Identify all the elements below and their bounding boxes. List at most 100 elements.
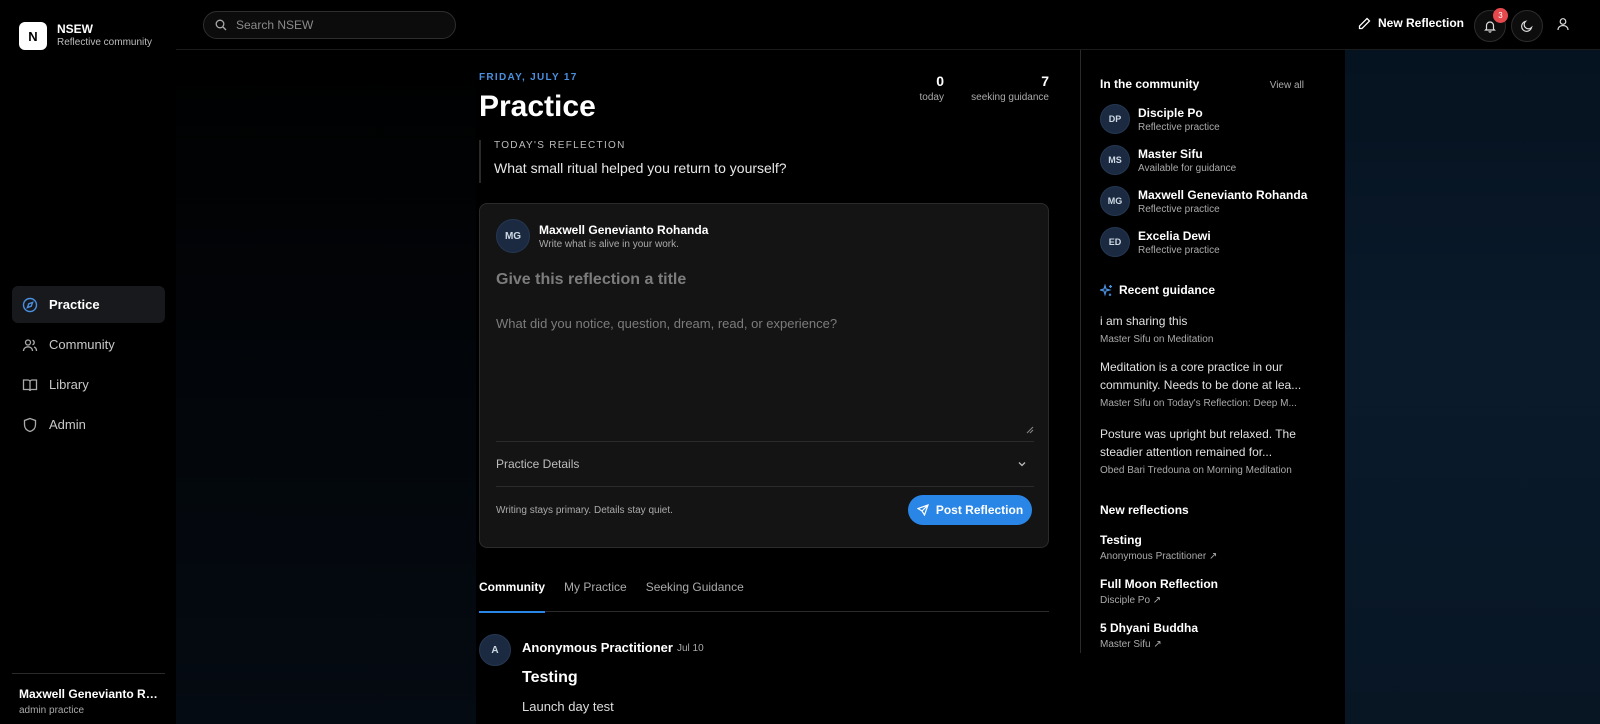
chevron-down-icon (1018, 462, 1026, 467)
post-text: Launch day test (522, 699, 614, 714)
reflection-body-textarea[interactable] (496, 316, 1034, 434)
composer-header: MG Maxwell Genevianto Rohanda Write what… (496, 219, 708, 253)
guidance-item[interactable]: Posture was upright but relaxed. The ste… (1100, 425, 1304, 476)
topbar: New Reflection 3 (176, 0, 1600, 50)
practice-details-label: Practice Details (496, 457, 580, 471)
tab-my-practice[interactable]: My Practice (564, 574, 627, 612)
avatar: MS (1100, 145, 1130, 175)
sidebar-user-name: Maxwell Genevianto Ro... (19, 687, 158, 701)
new-reflections-title: New reflections (1100, 503, 1189, 517)
notification-badge: 3 (1493, 8, 1508, 23)
sidebar-item-label: Practice (49, 297, 100, 312)
guidance-text: Meditation is a core practice in our com… (1100, 360, 1302, 392)
brand-subtitle: Reflective community (57, 37, 153, 48)
community-member[interactable]: DP Disciple Po Reflective practice (1100, 104, 1220, 134)
feed-tabs: Community My Practice Seeking Guidance (479, 574, 1049, 613)
new-reflection-item[interactable]: Testing Anonymous Practitioner ↗ (1100, 533, 1217, 562)
new-reflection-title: Testing (1100, 533, 1142, 547)
sidebar-item-practice[interactable]: Practice (12, 286, 165, 323)
reflection-question: What small ritual helped you return to y… (494, 160, 787, 176)
guidance-item[interactable]: Meditation is a core practice in our com… (1100, 358, 1304, 409)
composer-author: Maxwell Genevianto Rohanda (539, 222, 709, 237)
tab-community[interactable]: Community (479, 574, 545, 613)
notifications-button[interactable]: 3 (1474, 8, 1508, 42)
post-date: Jul 10 (677, 643, 704, 654)
background-left (176, 50, 476, 724)
guidance-meta: Master Sifu on Meditation (1100, 334, 1214, 345)
todays-reflection: TODAY'S REFLECTION What small ritual hel… (479, 140, 787, 183)
view-all-link[interactable]: View all (1270, 80, 1304, 91)
shield-icon (23, 417, 37, 432)
theme-toggle-button[interactable] (1511, 10, 1543, 42)
sidebar-nav: Practice Community Library Admin (12, 286, 165, 446)
stat-label: today (919, 92, 944, 103)
profile-button[interactable] (1556, 17, 1570, 36)
member-role: Available for guidance (1138, 162, 1237, 174)
stat-label: seeking guidance (971, 92, 1049, 103)
new-reflection-item[interactable]: Full Moon Reflection Disciple Po ↗ (1100, 577, 1218, 606)
brand-name: NSEW (57, 22, 93, 36)
post-author[interactable]: Anonymous Practitioner (522, 640, 673, 655)
users-icon (22, 338, 38, 351)
practice-details-toggle[interactable]: Practice Details (496, 441, 1034, 487)
community-member[interactable]: MG Maxwell Genevianto Rohanda Reflective… (1100, 186, 1307, 216)
new-reflections-header: New reflections (1100, 503, 1189, 517)
user-icon (1557, 18, 1569, 31)
sidebar-item-community[interactable]: Community (12, 326, 165, 363)
guidance-text: i am sharing this (1100, 314, 1188, 328)
compass-icon (22, 297, 38, 312)
brand[interactable]: N NSEW Reflective community (19, 22, 152, 50)
guidance-text: Posture was upright but relaxed. The ste… (1100, 427, 1296, 459)
reflection-label: TODAY'S REFLECTION (494, 140, 626, 151)
stat-value: 0 (936, 73, 944, 89)
recent-guidance-title: Recent guidance (1119, 283, 1216, 297)
guidance-item[interactable]: i am sharing this Master Sifu on Meditat… (1100, 312, 1304, 345)
new-reflection-author: Master Sifu ↗ (1100, 639, 1162, 650)
stat-today: 0 today (908, 73, 944, 103)
guidance-meta: Master Sifu on Today's Reflection: Deep … (1100, 398, 1297, 409)
member-name: Master Sifu (1138, 146, 1203, 161)
new-reflection-button[interactable]: New Reflection (1358, 16, 1464, 30)
reflection-composer: MG Maxwell Genevianto Rohanda Write what… (479, 203, 1049, 548)
new-reflection-item[interactable]: 5 Dhyani Buddha Master Sifu ↗ (1100, 621, 1198, 650)
sparkles-icon (1100, 283, 1112, 297)
avatar: A (479, 634, 511, 666)
new-reflection-author: Disciple Po ↗ (1100, 595, 1162, 606)
reflection-title-input[interactable] (496, 271, 1026, 289)
community-member[interactable]: MS Master Sifu Available for guidance (1100, 145, 1236, 175)
search-input[interactable] (236, 18, 436, 32)
avatar: DP (1100, 104, 1130, 134)
new-reflection-author: Anonymous Practitioner ↗ (1100, 551, 1218, 562)
post-title[interactable]: Testing (522, 669, 578, 687)
pencil-icon (1358, 17, 1371, 29)
recent-guidance-header: Recent guidance (1100, 283, 1215, 297)
community-title: In the community (1100, 77, 1200, 91)
moon-icon (1521, 20, 1533, 32)
tab-seeking-guidance[interactable]: Seeking Guidance (646, 574, 744, 612)
sidebar-user[interactable]: Maxwell Genevianto Ro... admin practice (12, 673, 165, 716)
guidance-meta: Obed Bari Tredouna on Morning Meditation (1100, 465, 1292, 476)
stat-value: 7 (1041, 73, 1049, 89)
sidebar-item-label: Admin (49, 417, 86, 432)
send-icon (916, 504, 929, 516)
new-reflection-title: Full Moon Reflection (1100, 577, 1218, 591)
sidebar-item-library[interactable]: Library (12, 366, 165, 403)
right-rail: In the community View all DP Disciple Po… (1080, 50, 1308, 653)
resize-grip-icon[interactable] (1026, 426, 1034, 434)
stat-seeking-guidance: 7 seeking guidance (949, 73, 1049, 103)
sidebar-item-label: Library (49, 377, 89, 392)
book-icon (22, 378, 38, 391)
community-header: In the community View all (1100, 77, 1304, 91)
post-reflection-label: Post Reflection (935, 503, 1024, 517)
composer-footer-note: Writing stays primary. Details stay quie… (496, 505, 673, 516)
page-title: Practice (479, 90, 596, 123)
sidebar-item-admin[interactable]: Admin (12, 406, 165, 443)
post-reflection-button[interactable]: Post Reflection (908, 495, 1032, 525)
sidebar-user-role: admin practice (19, 705, 85, 716)
search-box[interactable] (203, 11, 456, 39)
sidebar-item-label: Community (49, 337, 115, 352)
brand-logo: N (19, 22, 47, 50)
composer-subtitle: Write what is alive in your work. (539, 238, 679, 250)
community-member[interactable]: ED Excelia Dewi Reflective practice (1100, 227, 1220, 257)
member-role: Reflective practice (1138, 121, 1220, 133)
